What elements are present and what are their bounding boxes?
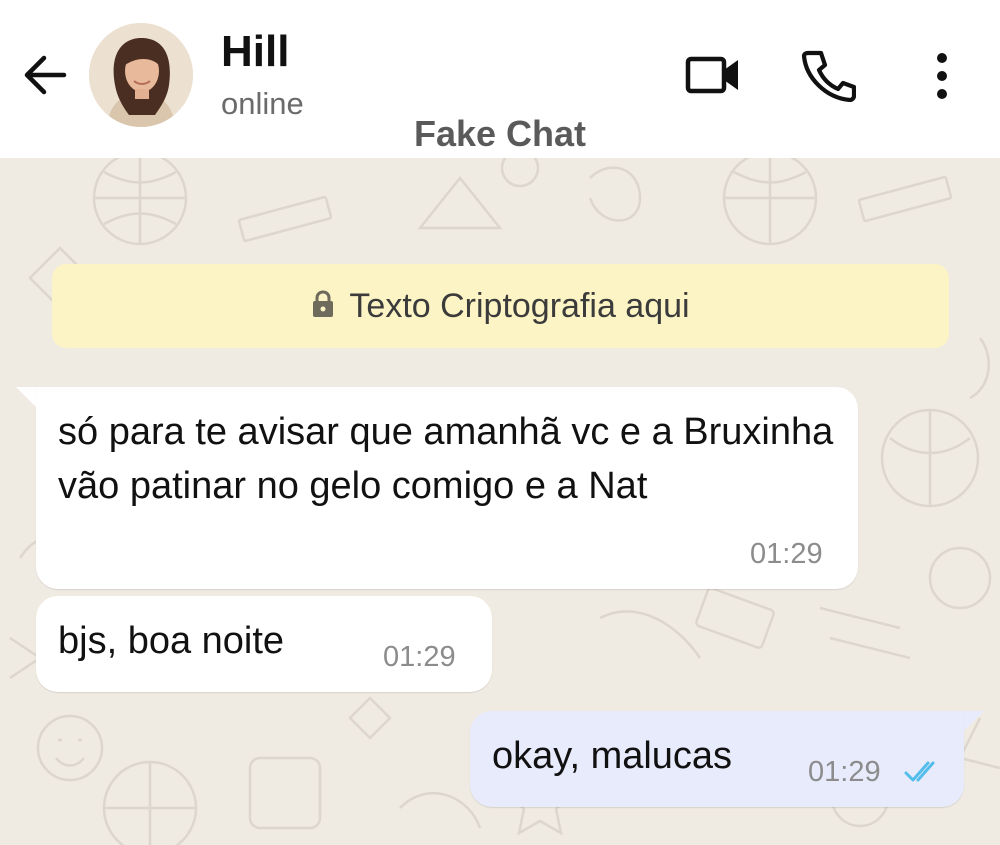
phone-icon[interactable] bbox=[800, 48, 856, 102]
bubble-tail bbox=[962, 711, 984, 733]
encryption-banner-text: Texto Criptografia aqui bbox=[349, 286, 690, 325]
chat-header: Hill online Fake Chat bbox=[0, 0, 1000, 158]
bubble-tail bbox=[16, 387, 38, 409]
message-time: 01:29 bbox=[383, 641, 456, 673]
message-bubble-incoming[interactable]: bjs, boa noite 01:29 bbox=[36, 596, 492, 692]
video-call-icon[interactable] bbox=[684, 52, 742, 98]
encryption-banner[interactable]: Texto Criptografia aqui bbox=[52, 264, 949, 348]
message-bubble-outgoing[interactable]: okay, malucas 01:29 bbox=[470, 711, 964, 807]
lock-icon bbox=[313, 290, 334, 317]
more-vert-icon[interactable] bbox=[925, 50, 959, 102]
message-time: 01:29 bbox=[808, 756, 881, 788]
contact-name[interactable]: Hill bbox=[221, 26, 289, 78]
read-receipt-double-check-icon bbox=[904, 761, 935, 782]
message-time: 01:29 bbox=[750, 538, 823, 570]
message-text: só para te avisar que amanhã vc e a Brux… bbox=[58, 411, 834, 507]
message-bubble-incoming[interactable]: só para te avisar que amanhã vc e a Brux… bbox=[36, 387, 858, 589]
chat-area[interactable]: Texto Criptografia aqui só para te avisa… bbox=[0, 158, 1000, 845]
back-arrow-icon[interactable] bbox=[20, 52, 70, 98]
watermark-text: Fake Chat bbox=[413, 113, 587, 154]
